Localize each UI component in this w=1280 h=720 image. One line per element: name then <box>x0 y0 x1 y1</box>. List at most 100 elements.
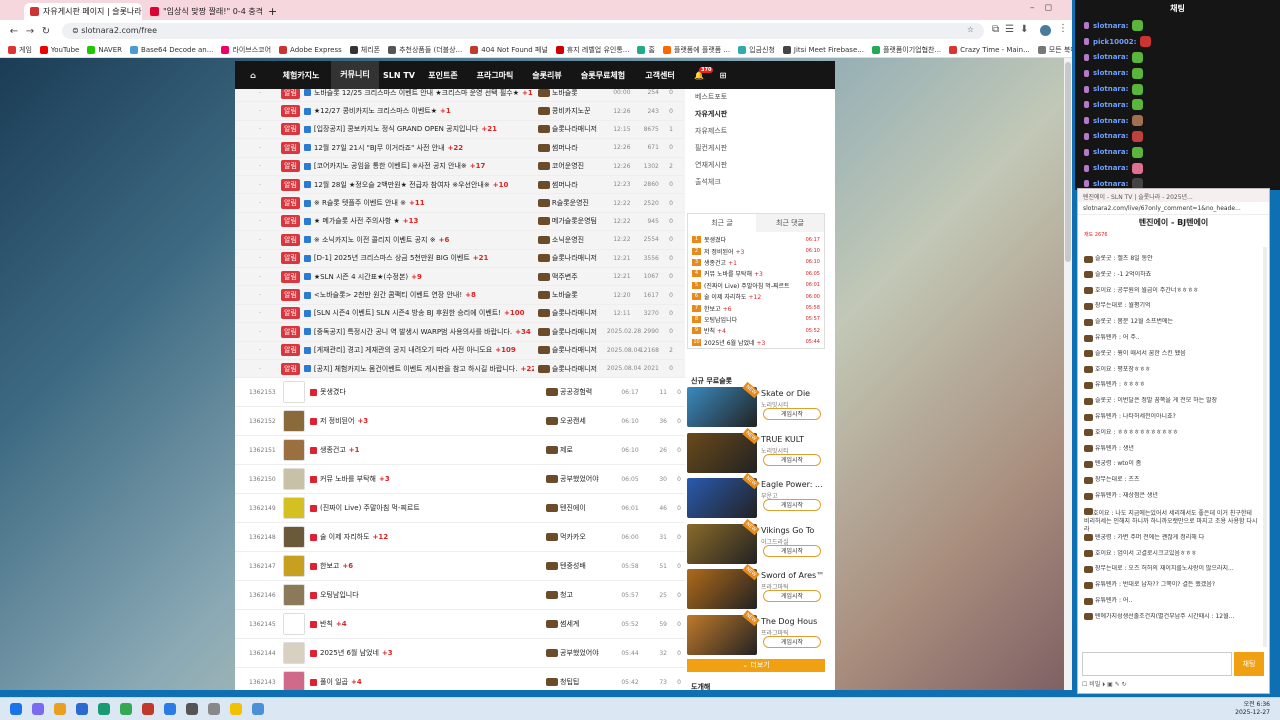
recent-item[interactable]: 10 2025년 6월 남었네 +3 05:44 <box>688 337 824 348</box>
notice-title[interactable]: 12월 27일 21시 "BJ무 이거라죠" 사전 안내 +22 <box>314 143 534 153</box>
bookmark-item[interactable]: Crazy Time - Main... <box>949 46 1030 54</box>
post-row[interactable]: 1362150 커뮤 노바를 부탁해 +3 공부했었어야 06:05 30 0 <box>235 465 685 494</box>
nav-item[interactable]: 슬롯리뷰 <box>523 70 571 81</box>
forward-icon[interactable]: → <box>22 26 38 37</box>
side-menu-item[interactable]: 자유게시판 <box>687 106 825 123</box>
notice-row[interactable]: · 알림 [D-1] 2025년 크리스마스 상금 5천만원 BIG 이벤트 +21 슬… <box>235 249 685 268</box>
chat-username[interactable]: slotnara: <box>1093 22 1128 30</box>
side-menu-item[interactable]: 연재게시판 <box>687 157 825 174</box>
nav-item[interactable]: 포인트존 <box>419 70 467 81</box>
post-thumbnail[interactable] <box>283 526 305 548</box>
notice-title[interactable]: ※ R슬롯 텟플주 이벤트 안내 ※ +11 <box>314 198 534 208</box>
chat-input[interactable] <box>1082 652 1232 676</box>
post-title[interactable]: 반칙 +4 <box>320 619 542 629</box>
post-row[interactable]: 1362151 생종건고 +1 제로 06:10 26 0 <box>235 436 685 465</box>
game-thumbnail[interactable] <box>687 614 757 655</box>
game-start-button[interactable]: 게임시작 <box>763 499 821 511</box>
edge-icon[interactable] <box>98 703 110 715</box>
post-author[interactable]: 청팁팁 <box>560 677 615 687</box>
post-author[interactable]: 텐진에이 <box>560 503 615 513</box>
bookmark-item[interactable]: YouTube <box>39 46 79 54</box>
new-tab-button[interactable]: + <box>262 3 276 20</box>
kakaotalk-icon[interactable] <box>230 703 242 715</box>
post-title[interactable]: 생종건고 +1 <box>320 445 542 455</box>
bookmark-item[interactable]: 플랫폼에 플랫폼 ... <box>662 45 730 55</box>
post-title[interactable]: 한보고 +6 <box>320 561 542 571</box>
post-row[interactable]: 1362143 풀이 일곱 +4 청팁팁 05:42 73 0 <box>235 668 685 690</box>
scrollbar-thumb[interactable] <box>1065 62 1071 262</box>
post-author[interactable]: 슬롯나라매니저 <box>552 124 607 134</box>
bookmark-item[interactable]: 모든 북마크 <box>1037 45 1072 55</box>
site-info-icon[interactable]: ⊜ <box>72 26 81 35</box>
post-title[interactable]: 술 이제 자리하도 +12 <box>320 532 542 542</box>
notice-title[interactable]: [SLN 시즌4 이벤트] SLN 시즌4 방송 BJ 후원한 승리에 이벤트!… <box>314 308 534 318</box>
menu-kebab-icon[interactable]: ⋮ <box>1058 23 1068 34</box>
bookmark-item[interactable]: 게임 <box>8 45 32 55</box>
post-author[interactable]: 먹카카오 <box>560 532 615 542</box>
game-start-button[interactable]: 게임시작 <box>763 408 821 420</box>
post-thumbnail[interactable] <box>283 671 305 690</box>
taskbar-clock[interactable]: 오전 6:36 2025-12-27 <box>1235 701 1270 717</box>
chat-username[interactable]: slotnara: <box>1093 53 1128 61</box>
chat-username[interactable]: slotnara: <box>1093 69 1128 77</box>
post-author[interactable]: R슬롯운영진 <box>552 198 607 208</box>
nav-item[interactable]: 체험카지노 <box>271 70 331 81</box>
notice-row[interactable]: · 알림 [SLN 시즌4 이벤트] SLN 시즌4 방송 BJ 후원한 승리에 이… <box>235 304 685 324</box>
nav-item[interactable]: 슬롯무료체험 <box>571 70 635 81</box>
chat-username[interactable]: slotnara: <box>1093 164 1128 172</box>
recent-item[interactable]: 2저 정비된어 +3 06:10 <box>688 245 824 256</box>
post-author[interactable]: 썸머나라 <box>552 180 607 190</box>
post-row[interactable]: 1362146 오팅남입니다 청고 05:57 25 0 <box>235 581 685 610</box>
notice-row[interactable]: · 알림 [중독공지] 특정시간 공니 역 발생시 WARP범 사용의사를 바랍니다… <box>235 323 685 342</box>
post-author[interactable]: 슬롯나라매니저 <box>552 327 607 337</box>
post-author[interactable]: 메가슬롯운영팀 <box>552 216 607 226</box>
app-icon[interactable] <box>252 703 264 715</box>
file-explorer-icon[interactable] <box>54 703 66 715</box>
popup-scrollbar[interactable] <box>1263 247 1267 647</box>
post-row[interactable]: 1362152 저 정비된어 +3 오공캔세 06:10 36 0 <box>235 407 685 436</box>
post-row[interactable]: 1362145 반칙 +4 썸세계 05:52 59 0 <box>235 610 685 639</box>
notice-title[interactable]: <노바슬롯> 2천만 원간 콤팩티 이벤트 연장 안내! +8 <box>314 290 534 300</box>
notice-title[interactable]: ★12/27 콩비카지노 크리스마스 이벤트★ +1 <box>314 106 534 116</box>
notice-row[interactable]: · 알림 ※ 소닉카지노 이전 콜리지 이벤트 공지 ※ +6 소닉운영진 12:22 25… <box>235 231 685 250</box>
notice-title[interactable]: 12월 28일 ★정오슬 2백만원★ 전급자 참여자 ※우선안내※ +10 <box>314 180 534 190</box>
bookmark-item[interactable]: NAVER <box>87 46 122 54</box>
post-author[interactable]: 공공경험력 <box>560 387 615 397</box>
app-icon[interactable] <box>186 703 198 715</box>
notice-title[interactable]: [게재관리] 경고] 게재관의 공지 내려오기 따라 사전 아니도요 +109 <box>314 345 534 355</box>
game-thumbnail[interactable] <box>687 387 757 427</box>
app-icon[interactable] <box>208 703 220 715</box>
game-card[interactable]: NEW TRUE KULT 노리밋시티 게임시작 <box>687 427 825 475</box>
profile-avatar[interactable] <box>1040 25 1051 36</box>
notice-row[interactable]: · 알림 ★ 메가슬롯 사전 주의사항 ★ +13 메가슬롯운영팀 12:22 945 0 <box>235 212 685 232</box>
post-author[interactable]: 썸세계 <box>560 619 615 629</box>
bookmark-item[interactable]: 입금신청 <box>738 45 775 55</box>
recent-item[interactable]: 5 (진짜이 Live) 주말아침 먹-찌르트 06:01 <box>688 280 824 291</box>
post-thumbnail[interactable] <box>283 439 305 461</box>
notice-row[interactable]: · 알림 ※ R슬롯 텟플주 이벤트 안내 ※ +11 R슬롯운영진 12:22 2520 0 <box>235 194 685 213</box>
post-author[interactable]: 텐중성배 <box>560 561 615 571</box>
post-author[interactable]: 청고 <box>560 590 615 600</box>
bookmark-item[interactable]: 추천상품들 (더블상... <box>388 45 462 55</box>
chat-send-button[interactable]: 채팅 <box>1234 652 1264 676</box>
recent-item[interactable]: 8 오팅남입니다 05:57 <box>688 314 824 325</box>
notice-title[interactable]: [입장공지] 콩보카지노 정식 GRAND OPEN 공지입니다 +21 <box>314 124 534 134</box>
nav-item[interactable]: SLN TV <box>379 71 419 80</box>
post-author[interactable]: 슬롯나라매니저 <box>552 308 607 318</box>
bookmark-item[interactable]: 라이브스코어 <box>221 45 271 55</box>
game-card[interactable]: NEW The Dog Hous 프라그마틱 게임시작 <box>687 609 825 657</box>
reload-icon[interactable]: ↻ <box>38 26 54 37</box>
game-start-button[interactable]: 게임시작 <box>763 635 821 648</box>
post-author[interactable]: 공부했었어야 <box>560 648 615 658</box>
url-bar[interactable]: ⊜ slotnara2.com/free ☆ <box>62 23 984 39</box>
more-games-button[interactable]: ⌄ 더보기 <box>687 659 825 672</box>
side-menu-item[interactable]: 필컨게시판 <box>687 140 825 157</box>
notice-row[interactable]: · 알림 12월 28일 ★정오슬 2백만원★ 전급자 참여자 ※우선안내※ +10 썸… <box>235 176 685 195</box>
post-title[interactable]: 오팅남입니다 <box>320 590 542 600</box>
notice-title[interactable]: [공지] 체험카지노 몸건이벤트 이벤트 게시판을 참고 하시길 바랍니다. +2… <box>314 364 534 374</box>
game-start-button[interactable]: 게임시작 <box>763 590 821 602</box>
recent-item[interactable]: 6술 이제 자리하도 +12 06:00 <box>688 291 824 302</box>
post-author[interactable]: 슬롯나라매니저 <box>552 345 607 355</box>
notice-row[interactable]: · 알림 [게재관리] 경고] 게재관의 공지 내려오기 따라 사전 아니도요 +10… <box>235 341 685 360</box>
side-menu-item[interactable]: 베스트포토 <box>687 89 825 106</box>
